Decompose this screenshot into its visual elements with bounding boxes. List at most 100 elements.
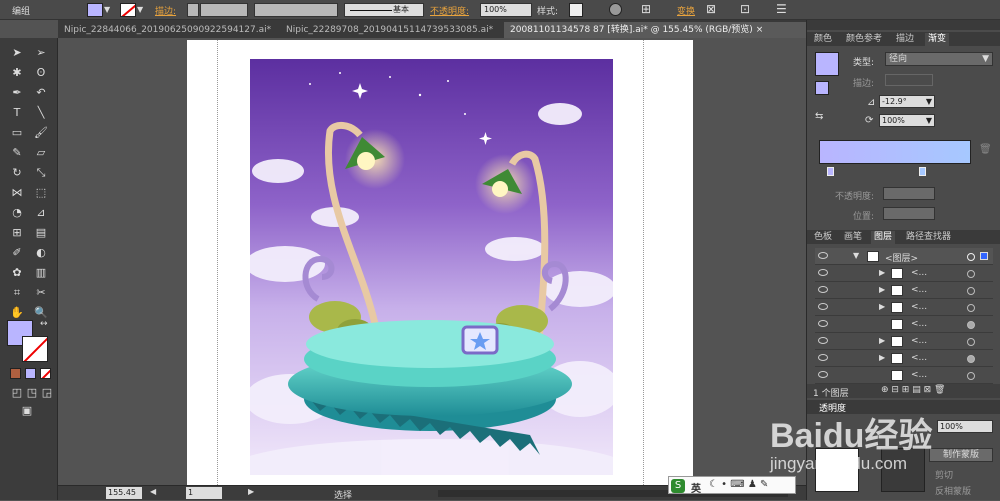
pencil-tool-icon[interactable]: ✎ xyxy=(10,146,24,160)
selection-indicator[interactable] xyxy=(980,252,988,260)
small-gradient-swatch[interactable] xyxy=(815,81,829,95)
tab-swatches[interactable]: 色板 xyxy=(811,231,835,244)
fill-swatch[interactable] xyxy=(87,3,103,17)
visibility-eye-icon[interactable] xyxy=(818,303,828,310)
tab-layers[interactable]: 图层 xyxy=(871,231,896,244)
expand-toggle-icon[interactable]: ▶ xyxy=(879,302,885,311)
panel-collapse-bar[interactable] xyxy=(807,20,1000,30)
gradient-tool-icon[interactable]: ▤ xyxy=(34,226,48,240)
gradient-stop-left[interactable] xyxy=(827,167,834,176)
target-icon[interactable] xyxy=(967,338,975,346)
curvature-tool-icon[interactable]: ↶ xyxy=(34,86,48,100)
layer-item-name[interactable]: <... xyxy=(911,268,927,278)
tab-brushes[interactable]: 画笔 xyxy=(841,231,865,244)
shape-builder-icon[interactable]: ◔ xyxy=(10,206,24,220)
zoom-tool-icon[interactable]: 🔍 xyxy=(34,306,48,320)
arrange-icon[interactable]: ⊡ xyxy=(740,2,750,16)
gradient-preview-swatch[interactable] xyxy=(815,52,839,76)
layer-item-name[interactable]: <... xyxy=(911,336,927,346)
layer-item-name[interactable]: <... xyxy=(911,370,927,380)
gradient-mode-button[interactable] xyxy=(25,368,36,379)
symbol-sprayer-icon[interactable]: ✿ xyxy=(10,266,24,280)
hand-tool-icon[interactable]: ✋ xyxy=(10,306,24,320)
layer-item-name[interactable]: <... xyxy=(911,353,927,363)
width-tool-icon[interactable]: ⋈ xyxy=(10,186,24,200)
layer-footer-icons[interactable]: ⊕ ⊟ ⊞ ▤ ⊠ 🗑 xyxy=(881,385,945,395)
perspective-grid-icon[interactable]: ⊿ xyxy=(34,206,48,220)
gradient-type-select[interactable]: 径向 ▼ xyxy=(885,52,993,66)
layer-row[interactable]: ▶ <... xyxy=(815,299,993,316)
gradient-opacity-field[interactable] xyxy=(883,187,935,200)
target-icon[interactable] xyxy=(967,355,975,363)
slice-tool-icon[interactable]: ✂ xyxy=(34,286,48,300)
style-swatch[interactable] xyxy=(569,3,583,17)
stroke-weight-field[interactable] xyxy=(200,3,248,17)
layer-item-name[interactable]: <... xyxy=(911,319,927,329)
mesh-tool-icon[interactable]: ⊞ xyxy=(10,226,24,240)
stroke-dropdown-icon[interactable]: ▼ xyxy=(137,5,143,14)
color-mode-button[interactable] xyxy=(10,368,21,379)
visibility-eye-icon[interactable] xyxy=(818,371,828,378)
target-icon[interactable] xyxy=(967,304,975,312)
page-nav-next[interactable]: ▶ xyxy=(248,487,254,496)
expand-toggle-icon[interactable]: ▶ xyxy=(879,353,885,362)
layer-item-name[interactable]: <... xyxy=(911,285,927,295)
stroke-color-box[interactable] xyxy=(22,336,48,362)
delete-stop-icon[interactable]: 🗑 xyxy=(979,144,992,155)
recolor-icon[interactable] xyxy=(609,3,622,16)
target-icon[interactable] xyxy=(967,270,975,278)
blend-tool-icon[interactable]: ◐ xyxy=(34,246,48,260)
tab-color[interactable]: 颜色 xyxy=(811,33,835,46)
draw-behind-icon[interactable]: ◳ xyxy=(25,386,39,400)
visibility-eye-icon[interactable] xyxy=(818,320,828,327)
target-icon[interactable] xyxy=(967,321,975,329)
opacity-label[interactable]: 不透明度: xyxy=(430,4,469,17)
tab-doc-2[interactable]: Nipic_22289708_20190415114739533085.ai* … xyxy=(280,22,502,51)
eyedropper-icon[interactable]: ✐ xyxy=(10,246,24,260)
target-icon[interactable] xyxy=(967,372,975,380)
expand-toggle-icon[interactable]: ▶ xyxy=(879,268,885,277)
layer-row[interactable]: <... xyxy=(815,316,993,333)
close-icon[interactable]: × xyxy=(756,25,764,35)
lasso-icon[interactable]: ʘ xyxy=(34,66,48,80)
aspect-ratio-field[interactable]: 100% ▼ xyxy=(879,114,935,127)
target-icon[interactable] xyxy=(967,253,975,261)
stroke-weight-stepper[interactable] xyxy=(187,3,199,17)
free-transform-icon[interactable]: ⬚ xyxy=(34,186,48,200)
line-tool-icon[interactable]: ╲ xyxy=(34,106,48,120)
expand-toggle-icon[interactable]: ▼ xyxy=(853,251,859,260)
layer-name[interactable]: <图层> xyxy=(885,251,918,264)
transform-link[interactable]: 变换 xyxy=(677,4,695,17)
swap-colors-icon[interactable]: ↔ xyxy=(40,319,48,329)
expand-toggle-icon[interactable]: ▶ xyxy=(879,285,885,294)
layer-row[interactable]: ▶ <... xyxy=(815,350,993,367)
eraser-tool-icon[interactable]: ▱ xyxy=(34,146,48,160)
pen-tool-icon[interactable]: ✒ xyxy=(10,86,24,100)
ime-language[interactable]: 英 xyxy=(691,480,701,495)
rectangle-tool-icon[interactable]: ▭ xyxy=(10,126,24,140)
brush-tool-icon[interactable]: 🖌 xyxy=(34,126,48,140)
isolate-icon[interactable]: ⊠ xyxy=(706,2,716,16)
angle-field[interactable]: -12.9° ▼ xyxy=(879,95,935,108)
panel-menu-icon[interactable]: ☰ xyxy=(776,2,787,16)
tab-doc-1[interactable]: Nipic_22844066_20190625090922594127.ai* … xyxy=(58,22,280,51)
gradient-stop-right[interactable] xyxy=(919,167,926,176)
stroke-swatch[interactable] xyxy=(120,3,136,17)
variable-width-select[interactable] xyxy=(254,3,338,17)
expand-toggle-icon[interactable]: ▶ xyxy=(879,336,885,345)
draw-inside-icon[interactable]: ◲ xyxy=(40,386,54,400)
draw-mode-icon[interactable]: ◰ xyxy=(10,386,24,400)
visibility-eye-icon[interactable] xyxy=(818,354,828,361)
target-icon[interactable] xyxy=(967,287,975,295)
layer-item-name[interactable]: <... xyxy=(911,302,927,312)
opacity-field[interactable]: 100% xyxy=(480,3,532,17)
stroke-gradient-buttons[interactable] xyxy=(885,74,933,86)
zoom-field[interactable]: 155.45 xyxy=(106,487,142,499)
visibility-eye-icon[interactable] xyxy=(818,337,828,344)
layer-row-main[interactable]: ▼ <图层> xyxy=(815,248,993,265)
none-mode-button[interactable] xyxy=(40,368,51,379)
page-field[interactable]: 1 xyxy=(186,487,222,499)
page-nav-prev[interactable]: ◀ xyxy=(150,487,156,496)
tab-gradient[interactable]: 渐变 xyxy=(925,33,950,46)
reverse-gradient-icon[interactable]: ⇆ xyxy=(815,111,823,122)
